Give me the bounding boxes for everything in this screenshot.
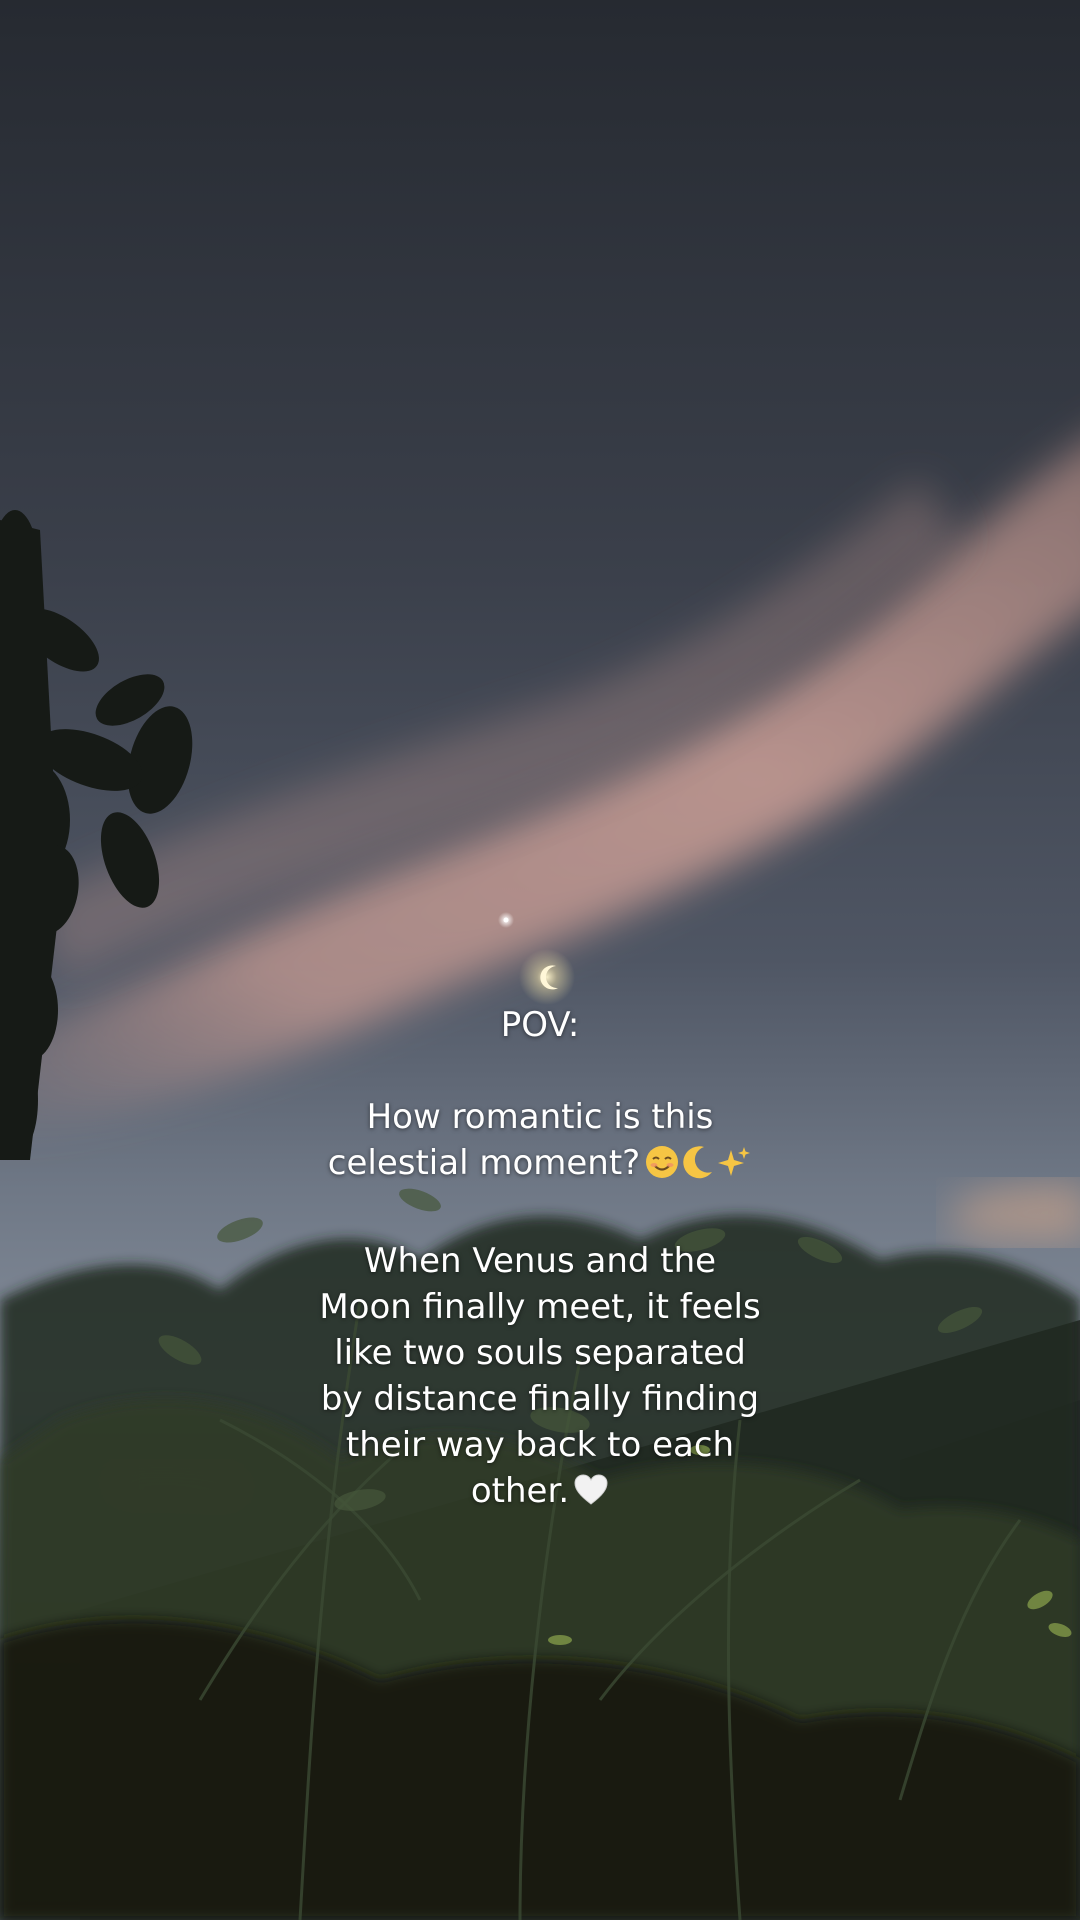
caption-overlay: POV: How romantic is this celestial mome… — [290, 1002, 790, 1520]
caption-body-line-5: their way back to each — [345, 1425, 735, 1465]
caption-question-line-2: celestial moment? — [290, 1140, 790, 1192]
caption-heading: POV: — [500, 1005, 580, 1045]
crescent-moon-icon — [680, 1144, 716, 1192]
smiling-face-icon — [644, 1144, 680, 1192]
white-heart-icon — [573, 1472, 609, 1520]
caption-body-line-3: like two souls separated — [334, 1333, 746, 1373]
caption-body-line-6: other. — [290, 1468, 790, 1520]
caption-body-line-2: Moon finally meet, it feels — [319, 1287, 761, 1327]
caption-body-line-1: When Venus and the — [363, 1241, 717, 1281]
night-sky-photo — [0, 0, 1080, 1920]
caption-question-line-1: How romantic is this — [366, 1097, 714, 1137]
caption-body-line-4: by distance finally finding — [320, 1379, 760, 1419]
moon-glow — [519, 949, 575, 1005]
sparkles-icon — [716, 1144, 752, 1192]
video-frame: POV: How romantic is this celestial mome… — [0, 0, 1080, 1920]
